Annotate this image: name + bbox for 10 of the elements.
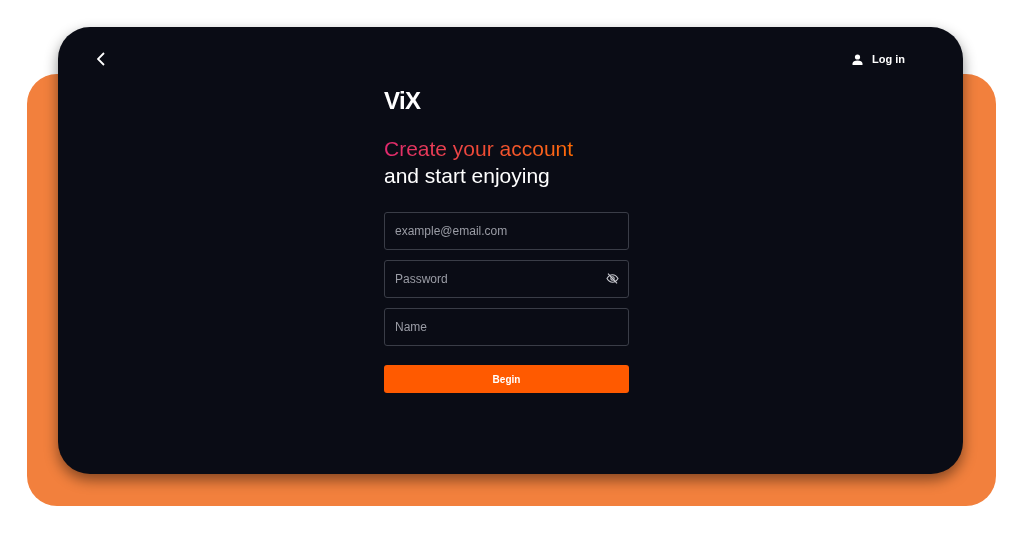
login-link[interactable]: Log in [852,50,905,68]
email-field[interactable]: example@email.com [384,212,629,250]
chevron-left-icon [97,52,105,66]
password-field[interactable]: Password [384,260,629,298]
logo: ViX [384,88,421,114]
back-button[interactable] [95,51,107,67]
name-field[interactable]: Name [384,308,629,346]
user-icon [852,53,863,65]
heading-line: and start enjoying [384,163,550,189]
eye-slash-icon[interactable] [606,273,619,284]
